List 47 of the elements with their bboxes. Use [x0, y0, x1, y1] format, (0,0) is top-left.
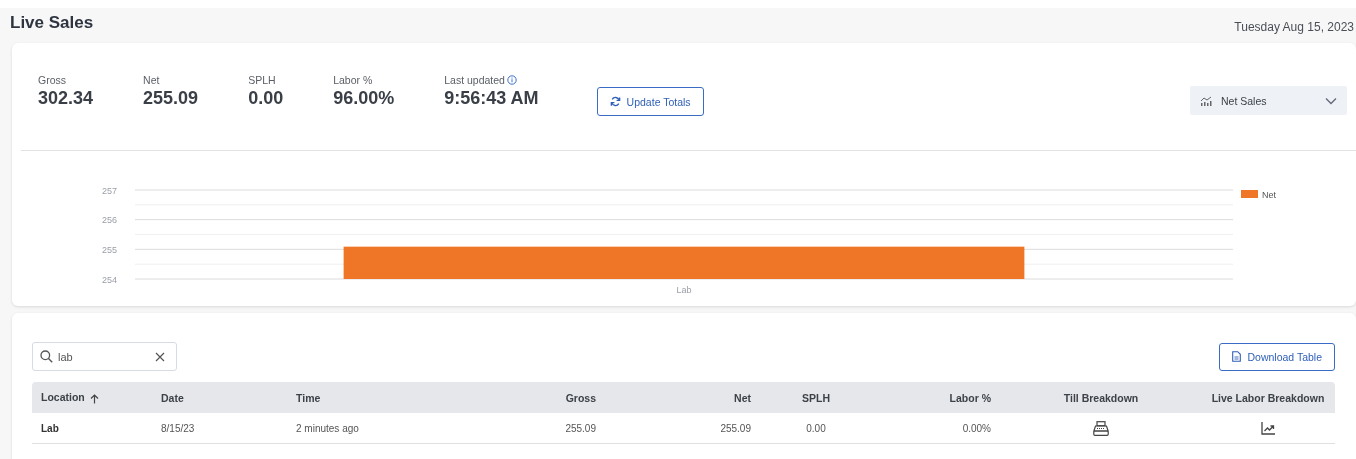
table-cell: 0.00	[761, 413, 871, 444]
column-header[interactable]: Time	[286, 382, 456, 413]
page-title: Live Sales	[10, 13, 94, 33]
table-cell: 0.00%	[871, 413, 1001, 444]
column-header[interactable]: Till Breakdown	[1001, 382, 1201, 413]
column-header[interactable]: Net	[606, 382, 761, 413]
stat-label: Labor %	[333, 74, 373, 86]
axis-tick-label: 254	[101, 274, 117, 285]
table-cell: 255.09	[456, 413, 606, 444]
stat-value: 9:56:43 AM	[444, 88, 539, 109]
axis-tick-label: 257	[101, 185, 117, 196]
info-icon	[506, 75, 517, 85]
stat-label: SPLH	[248, 74, 276, 86]
update-button[interactable]: Update Totals	[596, 87, 704, 116]
stat-value: 302.34	[38, 88, 94, 109]
stat-label: Net	[143, 74, 160, 86]
table-cell: 255.09	[606, 413, 761, 444]
trend-chart-icon[interactable]	[1261, 421, 1275, 435]
stat-value: 0.00	[248, 88, 284, 109]
search-icon	[40, 350, 53, 363]
chart-select[interactable]: Net Sales	[1190, 86, 1347, 115]
stat-label: Last updated	[444, 74, 505, 86]
axis-category-label: Lab	[676, 285, 692, 295]
cash-register-icon[interactable]	[1093, 420, 1109, 436]
clear-icon	[155, 352, 165, 362]
axis-tick-label: 255	[101, 244, 117, 255]
caret-icon	[1325, 96, 1337, 105]
refresh-icon	[609, 96, 621, 107]
date-label: Tuesday Aug 15, 2023	[1234, 20, 1354, 34]
legend-label: Net	[1262, 189, 1276, 200]
stat-label: Gross	[38, 74, 66, 86]
column-header[interactable]: Live Labor Breakdown	[1201, 382, 1335, 413]
axis-tick-label: 256	[101, 215, 117, 226]
column-header[interactable]: Gross	[456, 382, 606, 413]
column-header[interactable]: Date	[151, 382, 286, 413]
column-header[interactable]: SPLH	[761, 382, 871, 413]
table-cell: Lab	[32, 413, 151, 444]
chart-icon	[1200, 95, 1212, 106]
stat-value: 255.09	[143, 88, 199, 109]
stat-value: 96.00%	[333, 88, 395, 109]
table-cell: 8/15/23	[151, 413, 286, 444]
table-cell: 2 minutes ago	[286, 413, 456, 444]
column-header[interactable]: Location	[32, 382, 151, 413]
document-icon	[1232, 351, 1242, 362]
search-field[interactable]: lab	[32, 342, 177, 371]
column-header[interactable]: Labor %	[871, 382, 1001, 413]
download-button[interactable]: Download Table	[1219, 342, 1335, 371]
